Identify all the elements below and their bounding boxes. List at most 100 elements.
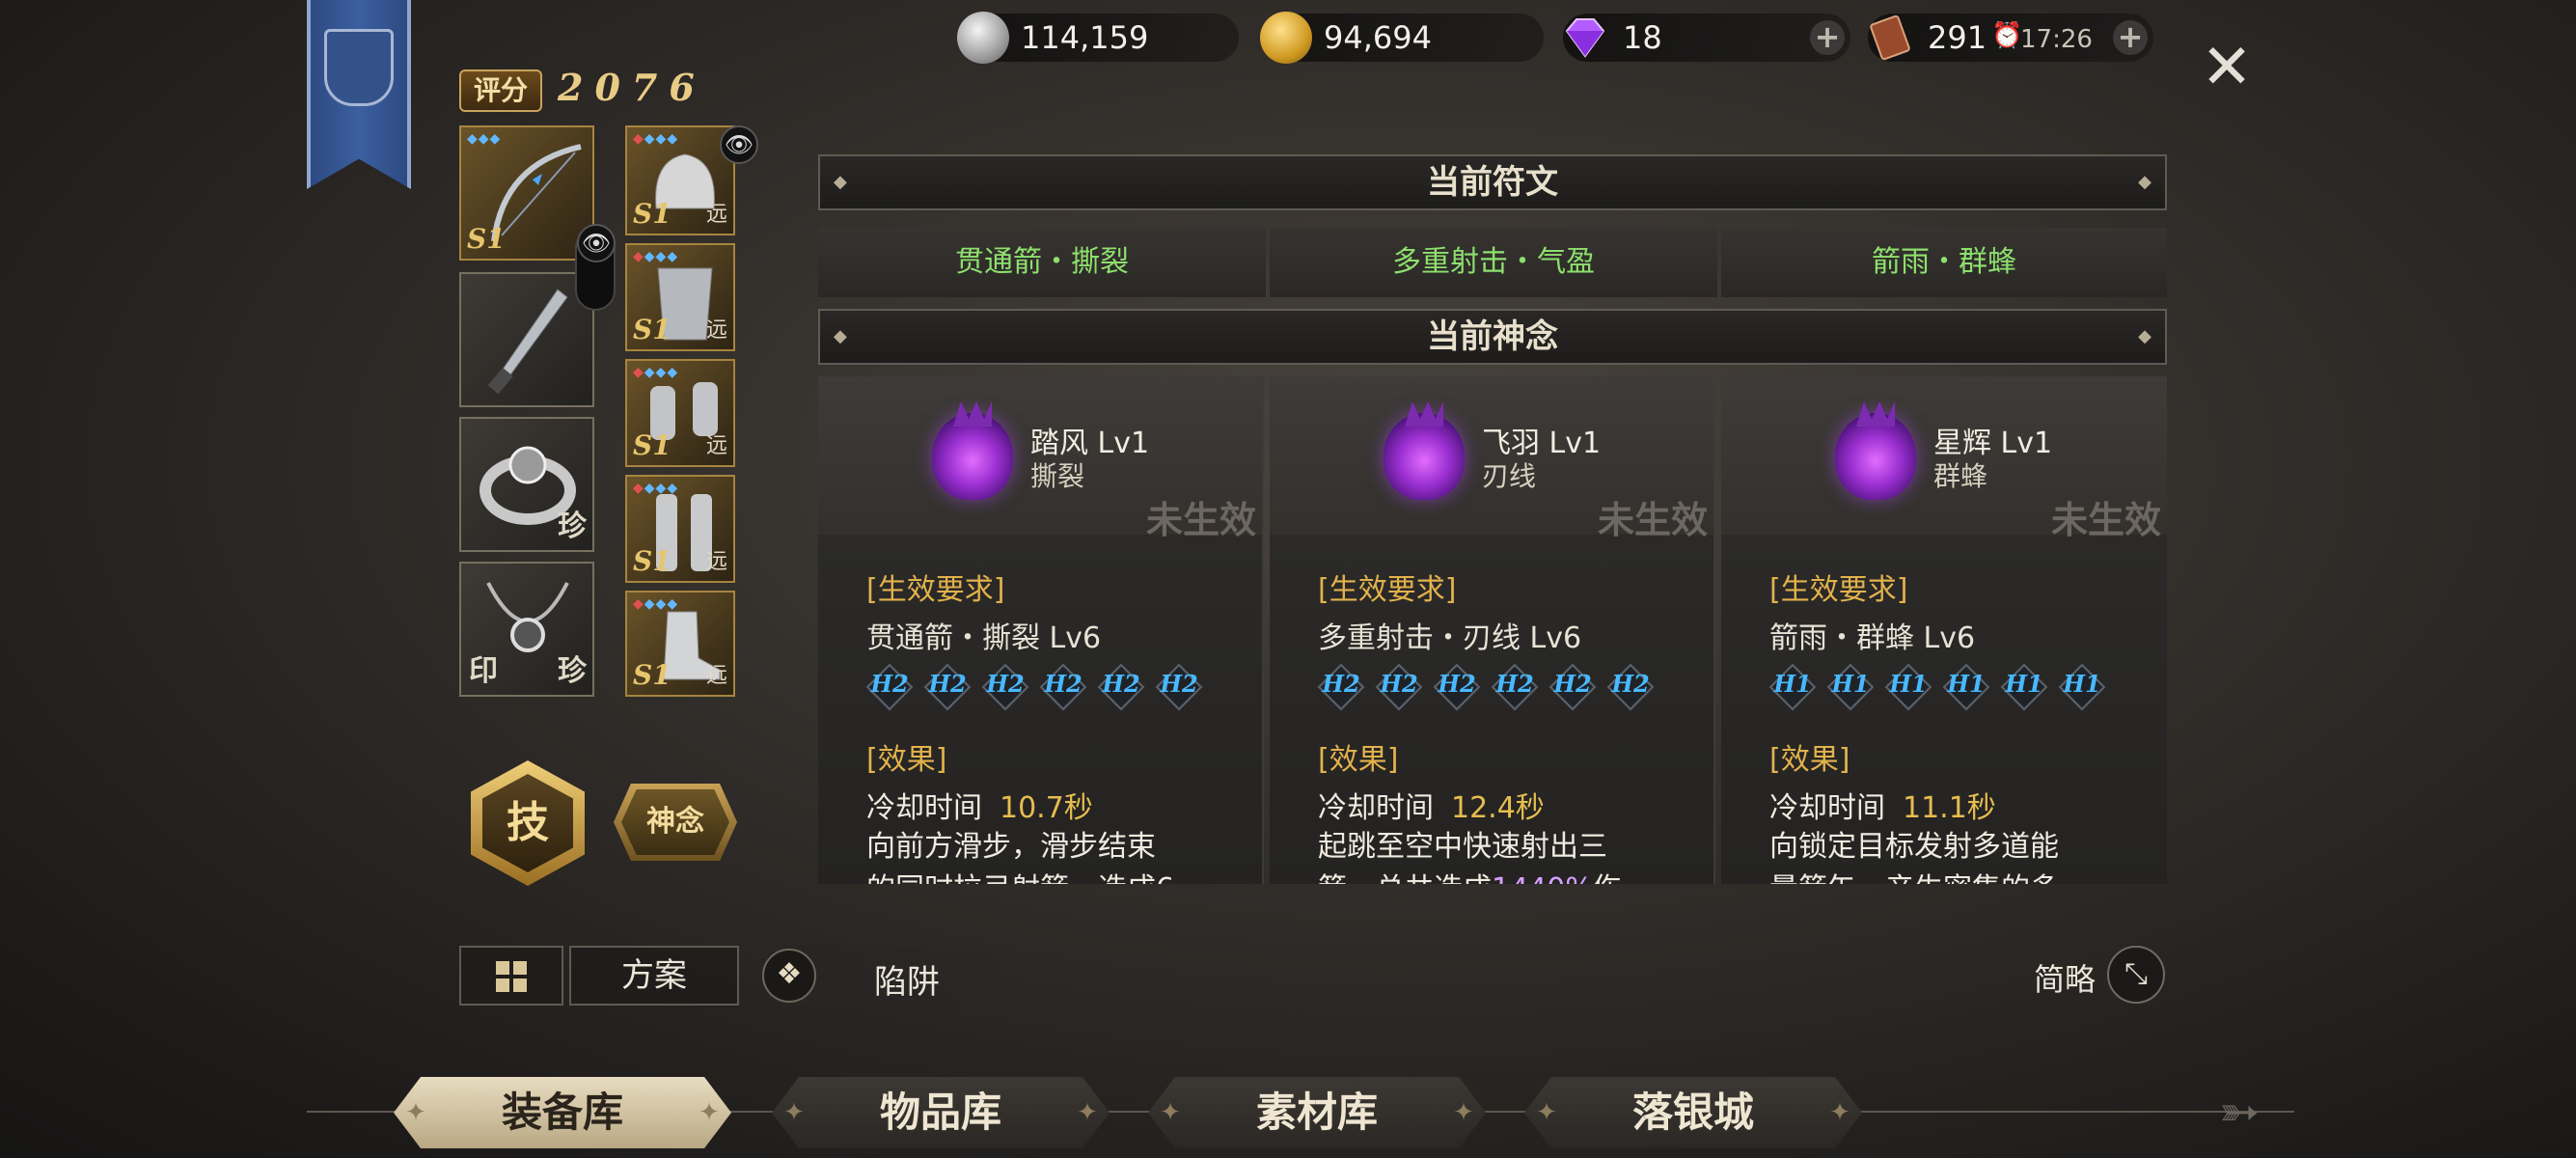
- gem-label: H1: [1773, 670, 1812, 698]
- rarity-tag: 珍: [558, 654, 587, 688]
- gem-label: H2: [986, 670, 1025, 698]
- requirement-label: [生效要求]: [1318, 573, 1457, 607]
- gold-coin-icon: [1260, 12, 1312, 64]
- range-tag: 远: [705, 203, 727, 227]
- grid-icon-cell: [496, 979, 509, 992]
- ornament-icon: ✦: [1829, 1098, 1850, 1127]
- tier-label: S1: [633, 429, 671, 461]
- silver-value: 114,159: [1021, 19, 1149, 56]
- desc-line-1: 起跳至空中快速射出三: [1318, 830, 1607, 864]
- requirement-text: 箭雨・群蜂 Lv6: [1769, 621, 1976, 655]
- tab-equipment[interactable]: ✦ 装备库 ✦: [394, 1077, 731, 1148]
- tier-label: S1: [467, 223, 506, 255]
- status-watermark: 未生效: [1597, 498, 1708, 541]
- eye-icon[interactable]: 👁: [577, 224, 616, 262]
- equipment-slot-legs[interactable]: ◆◆◆◆ S1 远: [625, 475, 735, 583]
- skill-button-label: 技: [482, 774, 573, 872]
- eye-icon[interactable]: 👁: [720, 125, 758, 164]
- equipment-slot-boots[interactable]: ◆◆◆◆ S1 远: [625, 591, 735, 697]
- equipment-slot-necklace[interactable]: 印 珍: [459, 562, 594, 697]
- desc-part: 箭，总共造成: [1318, 872, 1492, 884]
- requirement-text: 多重射击・刃线 Lv6: [1318, 621, 1582, 655]
- equipment-slot-ring[interactable]: 珍: [459, 417, 594, 552]
- layout-grid-button[interactable]: [459, 946, 563, 1006]
- bow-ornament-icon: ➳: [2219, 1084, 2260, 1140]
- nian-card-2[interactable]: 飞羽 Lv1 刃线 未生效 [生效要求] 多重射击・刃线 Lv6 H2 H2 H…: [1270, 376, 1715, 884]
- gem-requirement-row: H1 H1 H1 H1 H1 H1: [1768, 663, 2155, 711]
- gem-label: H2: [1380, 670, 1418, 698]
- score-label: 评分: [459, 69, 542, 112]
- guild-emblem-icon: [324, 29, 394, 106]
- equipment-slot-gloves[interactable]: ◆◆◆◆ S1 远: [625, 359, 735, 467]
- add-diamond-button[interactable]: +: [1810, 20, 1845, 55]
- effect-description: 向锁定目标发射多道能 量箭矢，产生密集的多: [1769, 826, 2155, 884]
- tab-label: 落银城: [1631, 1089, 1754, 1136]
- collapse-icon[interactable]: ⤡: [2107, 946, 2165, 1004]
- rune-slot-2[interactable]: 多重射击・气盈: [1270, 228, 1717, 297]
- header-ornament-icon: ◆: [2138, 172, 2151, 192]
- runes-title: 当前符文: [1427, 163, 1558, 202]
- tier-label: S1: [633, 314, 671, 345]
- ornament-icon: ✦: [1453, 1098, 1474, 1127]
- tab-materials[interactable]: ✦ 素材库 ✦: [1148, 1077, 1486, 1148]
- gem-label: H1: [1947, 670, 1986, 698]
- plan-button[interactable]: 方案: [569, 946, 739, 1006]
- effect-description: 向前方滑步，滑步结束 的同时拉弓射箭，造成6: [866, 826, 1252, 884]
- equipment-slot-helmet[interactable]: ◆◆◆◆ S1 远: [625, 125, 735, 235]
- close-icon[interactable]: ✕: [2198, 37, 2256, 98]
- rune-slot-3[interactable]: 箭雨・群蜂: [1721, 228, 2167, 297]
- cooldown: 冷却时间 12.4秒: [1318, 784, 1545, 826]
- silver-coin-icon: [957, 12, 1009, 64]
- brief-label[interactable]: 简略: [2034, 955, 2096, 1000]
- rune-slot-1[interactable]: 贯通箭・撕裂: [818, 228, 1266, 297]
- timer-icon: ⏰: [1991, 21, 2023, 50]
- rarity-tag: 珍: [558, 510, 587, 543]
- equipment-slot-chest[interactable]: ◆◆◆◆ S1 远: [625, 243, 735, 351]
- diamond-icon: [1559, 12, 1611, 64]
- ornament-icon: ✦: [1077, 1098, 1098, 1127]
- nian-card-3[interactable]: 星辉 Lv1 群蜂 未生效 [生效要求] 箭雨・群蜂 Lv6 H1 H1 H1 …: [1721, 376, 2167, 884]
- effect-description: 起跳至空中快速射出三 箭，总共造成1440%伤: [1318, 826, 1704, 884]
- tab-city[interactable]: ✦ 落银城 ✦: [1524, 1077, 1862, 1148]
- nian-sub: 刃线: [1482, 460, 1537, 492]
- equipment-slot-dagger[interactable]: [459, 272, 594, 407]
- trap-icon: ❖: [762, 949, 816, 1003]
- cooldown: 冷却时间 11.1秒: [1769, 784, 1996, 826]
- ornament-icon: ✦: [699, 1098, 720, 1127]
- dagger-icon: [487, 289, 568, 395]
- gem-requirement-row: H2 H2 H2 H2 H2 H2: [1317, 663, 1704, 711]
- tab-label: 物品库: [879, 1089, 1001, 1136]
- requirement-label: [生效要求]: [866, 573, 1005, 607]
- gem-label: H2: [1438, 670, 1476, 698]
- tab-label: 素材库: [1255, 1089, 1378, 1136]
- damage-percent: 1440%: [1492, 872, 1593, 884]
- book-icon: [1864, 12, 1916, 64]
- nian-title: 当前神念: [1427, 317, 1558, 356]
- cooldown-value: 11.1秒: [1903, 791, 1996, 825]
- tab-items[interactable]: ✦ 物品库 ✦: [772, 1077, 1110, 1148]
- gold-value: 94,694: [1324, 19, 1432, 56]
- purple-orb-icon: [1835, 401, 1916, 500]
- add-stamina-button[interactable]: +: [2113, 20, 2148, 55]
- trap-label: 陷阱: [874, 963, 940, 1002]
- range-tag: 远: [705, 664, 727, 688]
- skill-button[interactable]: 技: [471, 760, 585, 886]
- cooldown-label: 冷却时间: [866, 791, 982, 825]
- equipment-slot-bow[interactable]: ◆◆◆ S1: [459, 125, 594, 261]
- nian-card-1[interactable]: 踏风 Lv1 撕裂 未生效 [生效要求] 贯通箭・撕裂 Lv6 H2 H2 H2…: [818, 376, 1264, 884]
- nian-sub: 群蜂: [1933, 460, 1988, 492]
- gem-label: H2: [1044, 670, 1082, 698]
- score-value: 2076: [558, 66, 706, 109]
- diamond-currency: 18 +: [1563, 14, 1850, 62]
- gem-label: H1: [1889, 670, 1928, 698]
- range-tag: 远: [705, 550, 727, 574]
- stamina-value: 291: [1928, 19, 1987, 56]
- trap-selector[interactable]: ❖ 陷阱: [760, 946, 1001, 1006]
- nian-button[interactable]: 神念: [614, 784, 737, 861]
- desc-line-1: 向前方滑步，滑步结束: [866, 830, 1156, 864]
- cooldown-label: 冷却时间: [1318, 791, 1434, 825]
- gem-label: H2: [1102, 670, 1140, 698]
- tier-label: S1: [633, 198, 671, 230]
- header-ornament-icon: ◆: [834, 172, 847, 192]
- gold-currency: 94,694: [1260, 12, 1544, 64]
